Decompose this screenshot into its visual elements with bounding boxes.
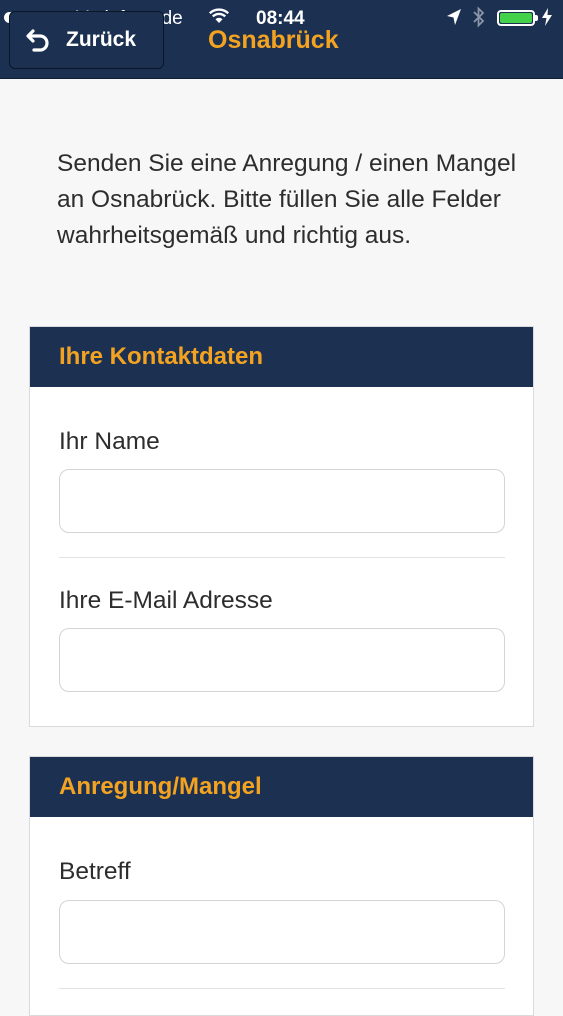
bluetooth-icon [472,6,486,34]
subject-label: Betreff [59,858,131,885]
back-button-label: Zurück [66,28,137,51]
battery-icon [497,10,538,26]
field-divider [59,988,505,989]
location-arrow-icon [446,8,462,32]
issue-section: Anregung/Mangel Betreff [29,756,534,1016]
navigation-bar: Vodafone.de 08:44 [0,0,563,79]
contact-section-header: Ihre Kontaktdaten [30,327,533,387]
charging-bolt-icon [541,8,553,31]
contact-section-title: Ihre Kontaktdaten [59,343,264,370]
back-arrow-icon [24,25,54,55]
name-input[interactable] [59,469,505,533]
issue-section-header: Anregung/Mangel [30,757,533,817]
intro-text: Senden Sie eine Anregung / einen Mangel … [57,150,517,249]
subject-input[interactable] [59,900,505,964]
name-label: Ihr Name [59,428,160,455]
email-label: Ihre E-Mail Adresse [59,587,273,614]
back-button[interactable]: Zurück [9,11,164,69]
page-title: Osnabrück [208,26,339,54]
contact-section: Ihre Kontaktdaten Ihr Name Ihre E-Mail A… [29,326,534,727]
field-divider [59,557,505,558]
email-input[interactable] [59,628,505,692]
issue-section-title: Anregung/Mangel [59,773,262,800]
